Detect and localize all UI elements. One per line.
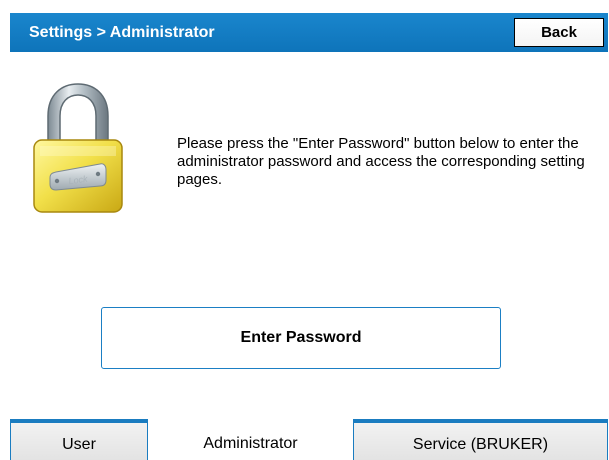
title-bar: Settings > Administrator Back xyxy=(10,13,608,52)
tab-service-bruker[interactable]: Service (BRUKER) xyxy=(353,419,608,460)
back-button[interactable]: Back xyxy=(514,18,604,47)
padlock-icon: Lock xyxy=(33,83,123,213)
tab-bar: User Administrator Service (BRUKER) xyxy=(10,419,608,460)
page-title: Settings > Administrator xyxy=(29,24,215,41)
tab-administrator[interactable]: Administrator xyxy=(148,419,353,460)
enter-password-button[interactable]: Enter Password xyxy=(101,307,501,369)
header: Settings > Administrator Back xyxy=(0,0,609,66)
tab-user[interactable]: User xyxy=(10,419,148,460)
instruction-text: Please press the "Enter Password" button… xyxy=(177,135,585,188)
